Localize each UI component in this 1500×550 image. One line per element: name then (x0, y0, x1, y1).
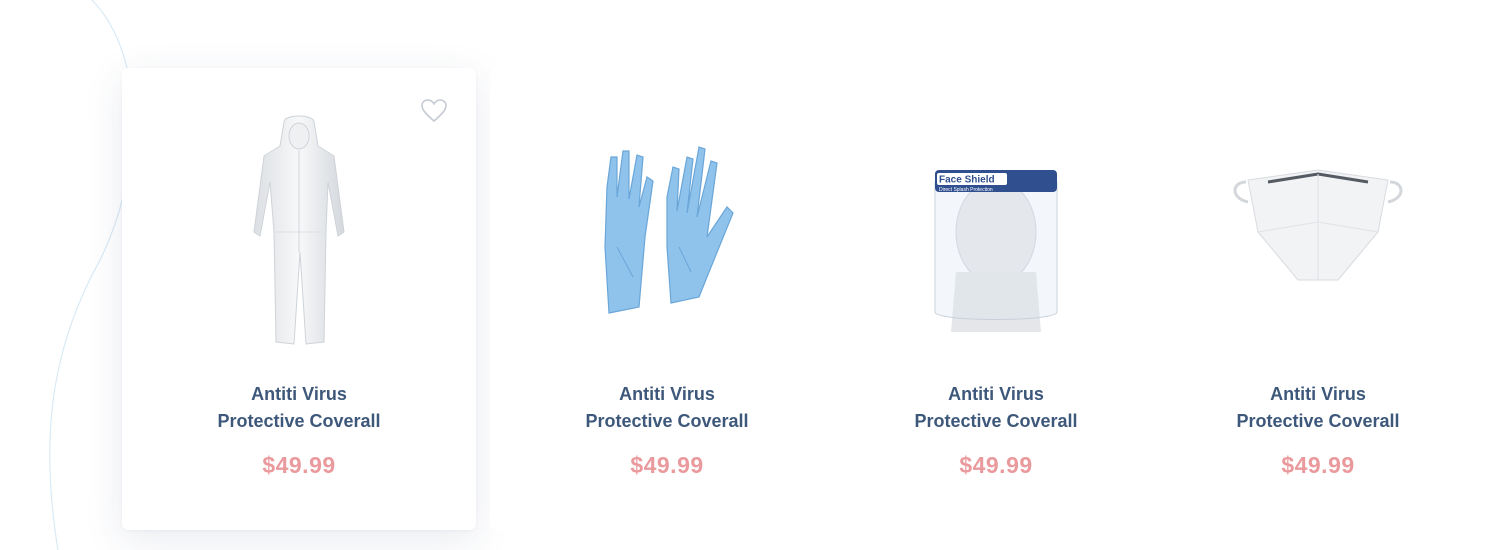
gloves-icon (604, 146, 734, 314)
product-card[interactable]: Antiti Virus Protective Coverall $49.99 (490, 68, 844, 530)
product-price: $49.99 (1281, 452, 1355, 478)
shield-sublabel: Direct Splash Protection (939, 187, 993, 193)
product-title-line2: Protective Coverall (914, 411, 1078, 431)
product-image[interactable] (122, 112, 476, 352)
product-card[interactable]: Antiti Virus Protective Coverall $49.99 (122, 68, 476, 530)
product-card[interactable]: Face Shield Direct Splash Protection Ant… (819, 68, 1173, 530)
product-price: $49.99 (630, 452, 704, 478)
product-title-line1: Antiti Virus (251, 384, 347, 404)
product-title[interactable]: Antiti Virus Protective Coverall (1141, 381, 1495, 435)
product-title-line1: Antiti Virus (1270, 384, 1366, 404)
product-price: $49.99 (262, 452, 336, 478)
product-title-line1: Antiti Virus (619, 384, 715, 404)
coverall-icon (253, 115, 345, 345)
face-shield-icon: Face Shield Direct Splash Protection (934, 170, 1058, 332)
shield-label: Face Shield (939, 175, 995, 186)
product-image[interactable] (490, 112, 844, 352)
product-price: $49.99 (959, 452, 1033, 478)
product-image[interactable] (1141, 112, 1495, 352)
face-mask-icon (1233, 169, 1403, 281)
product-image[interactable]: Face Shield Direct Splash Protection (819, 112, 1173, 352)
product-title[interactable]: Antiti Virus Protective Coverall (490, 381, 844, 435)
product-title[interactable]: Antiti Virus Protective Coverall (819, 381, 1173, 435)
product-title-line1: Antiti Virus (948, 384, 1044, 404)
product-card[interactable]: Antiti Virus Protective Coverall $49.99 (1141, 68, 1495, 530)
product-title-line2: Protective Coverall (1236, 411, 1400, 431)
product-title[interactable]: Antiti Virus Protective Coverall (122, 381, 476, 435)
product-title-line2: Protective Coverall (217, 411, 381, 431)
product-grid: Antiti Virus Protective Coverall $49.99 … (0, 0, 1500, 550)
product-title-line2: Protective Coverall (585, 411, 749, 431)
